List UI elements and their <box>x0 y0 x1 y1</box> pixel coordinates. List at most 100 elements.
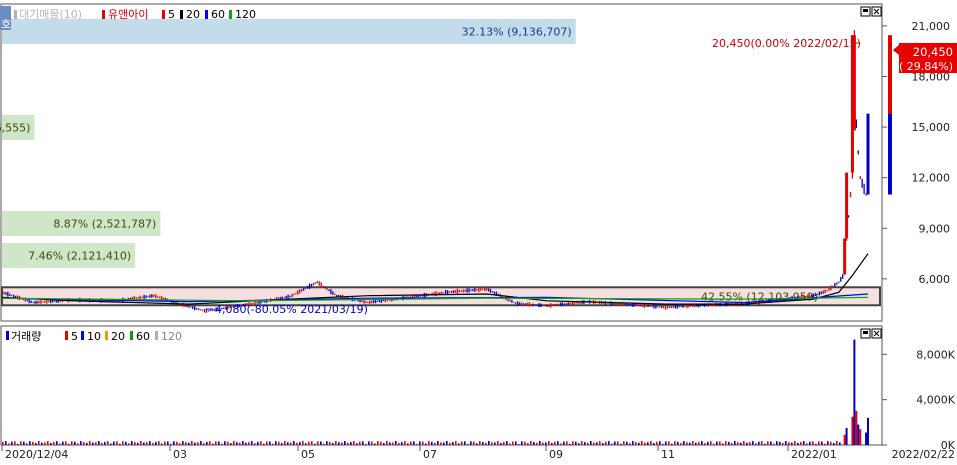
volume-bar <box>305 443 307 445</box>
volume-bar <box>284 441 286 445</box>
volume-bar <box>167 441 169 445</box>
volume-bar <box>647 442 649 445</box>
volume-bar <box>584 442 586 445</box>
volume-bar <box>809 441 811 445</box>
volume-bar <box>392 442 394 445</box>
volume-panel-frame <box>0 325 883 446</box>
volume-bar <box>35 442 37 445</box>
volume-bar <box>644 442 646 445</box>
candle <box>843 238 847 274</box>
volume-bar <box>539 441 541 445</box>
volume-bar <box>215 441 217 445</box>
volume-bar <box>843 434 846 445</box>
volume-bar <box>230 443 232 445</box>
legend-ma20-marker <box>180 10 183 19</box>
side-tool-label: 호 <box>1 18 11 31</box>
volume-bar <box>170 443 172 445</box>
legend-ma5-marker <box>162 10 165 19</box>
volume-bar <box>209 441 211 445</box>
volume-bar <box>281 443 283 445</box>
volume-bar <box>803 441 805 445</box>
volume-bar <box>545 442 547 445</box>
candle <box>888 35 892 114</box>
chart-canvas: 32.13% (9,136,707) 1.82% (516,555) 8.87% (… <box>0 0 957 461</box>
volume-bar <box>725 441 727 445</box>
volume-bar <box>467 443 469 445</box>
volume-bar <box>218 441 220 445</box>
volume-bar <box>865 432 868 445</box>
volume-bar <box>851 416 854 445</box>
volume-bar <box>194 442 196 445</box>
volume-bar <box>308 441 310 445</box>
current-price-box: 20,450 ( 29.84%) <box>893 43 957 73</box>
volume-bar <box>683 441 685 445</box>
volume-bar <box>362 441 364 445</box>
volume-bar <box>782 443 784 445</box>
price-tick-label: 9,000 <box>919 222 951 235</box>
volume-bar <box>386 441 388 445</box>
volume-bar <box>524 441 526 445</box>
legend-v120: 120 <box>161 330 182 343</box>
volume-bar <box>563 441 565 445</box>
legend-v10-marker <box>81 331 84 340</box>
volume-bar <box>383 443 385 445</box>
volume-tick-label: 8,000K <box>916 348 955 361</box>
volume-bar <box>29 441 31 445</box>
volume-bar <box>11 441 13 445</box>
volume-bar <box>464 441 466 445</box>
volume-bar <box>527 443 529 445</box>
volume-bar <box>119 443 121 445</box>
volume-bar <box>737 442 739 445</box>
volume-bar <box>143 442 145 445</box>
volume-bar <box>116 441 118 445</box>
volume-bar <box>176 441 178 445</box>
volume-bar <box>620 443 622 445</box>
volume-bar <box>86 442 88 445</box>
volume-bar <box>140 441 142 445</box>
volume-bar <box>329 441 331 445</box>
volume-bar <box>671 443 673 445</box>
volume-bar <box>38 441 40 445</box>
volume-bar <box>515 441 517 445</box>
volume-bar <box>503 441 505 445</box>
volume-bar <box>74 441 76 445</box>
current-price-value: 20,450 <box>913 45 953 59</box>
volume-bar <box>224 441 226 445</box>
volume-bar <box>50 442 52 445</box>
volume-bar <box>416 443 418 445</box>
low-annotation: 4,080(-80.05% 2021/03/19) <box>205 303 368 316</box>
volume-bar <box>260 441 262 445</box>
x-end-label: 2022/02/22 <box>892 448 955 461</box>
legend-volume-title: 거래량 <box>11 330 41 343</box>
volume-bar <box>767 441 769 445</box>
volume-bar <box>815 443 817 445</box>
volume-bar <box>323 443 325 445</box>
volume-bar <box>602 443 604 445</box>
volume-bar <box>134 442 136 445</box>
volume-bar <box>542 442 544 445</box>
volume-bar <box>722 443 724 445</box>
volume-bar <box>479 441 481 445</box>
volume-bar <box>152 443 154 445</box>
volume-bar <box>641 441 643 445</box>
volume-bar <box>443 442 445 445</box>
legend-v5-marker <box>65 331 68 340</box>
volume-bar <box>371 441 373 445</box>
volume-bar <box>353 441 355 445</box>
volume-bar <box>296 442 298 445</box>
volume-bar <box>239 442 241 445</box>
x-tick-label: 07 <box>423 448 437 461</box>
maximize-icon <box>863 331 868 334</box>
volume-bar <box>8 443 10 445</box>
volume-bar <box>335 441 337 445</box>
volume-bar <box>341 442 343 445</box>
volume-bar <box>428 441 430 445</box>
legend-v20-marker <box>105 331 108 340</box>
volume-bar <box>314 443 316 445</box>
volume-bar <box>476 443 478 445</box>
volume-bar <box>596 442 598 445</box>
volume-profile-label: 8.87% (2,521,787) <box>53 218 156 231</box>
volume-bar <box>830 441 832 445</box>
volume-bar <box>494 442 496 445</box>
volume-bar <box>836 441 838 445</box>
